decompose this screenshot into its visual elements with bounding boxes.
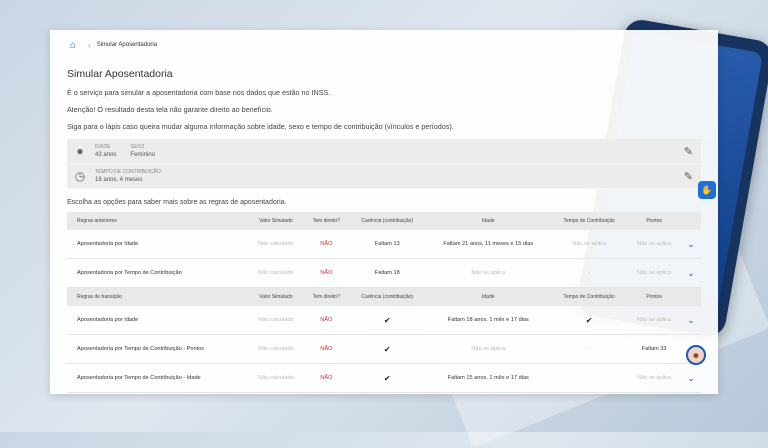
column-header: Carência (contribuição) bbox=[348, 287, 426, 306]
column-header: Idade bbox=[425, 287, 551, 306]
assistant-avatar[interactable]: ☻ bbox=[686, 345, 706, 365]
age-sex-row: ● IDADE 43 anos SEXO Feminino ✎ bbox=[67, 139, 701, 164]
sexo-value: Feminino bbox=[130, 152, 156, 158]
table-row[interactable]: Aposentadoria por Idade Não calculado NÃ… bbox=[67, 230, 701, 259]
column-header: Tempo de Contribuição bbox=[551, 287, 628, 306]
contribution-row: ◷ TEMPO DE CONTRIBUIÇÃO 18 anos, 4 meses… bbox=[67, 164, 701, 189]
column-header: Pontos bbox=[627, 287, 681, 306]
home-icon[interactable]: ⌂ bbox=[70, 40, 76, 51]
breadcrumb: ⌂ › Simular Aposentadoria bbox=[50, 30, 718, 60]
column-header: Idade bbox=[425, 212, 551, 230]
column-header: Tempo de Contribuição bbox=[551, 212, 628, 230]
chevron-down-icon[interactable]: ⌄ bbox=[687, 239, 695, 249]
breadcrumb-separator: › bbox=[88, 40, 91, 50]
choose-text: Escolha as opções para saber mais sobre … bbox=[67, 199, 287, 206]
tempo-value: 18 anos, 4 meses bbox=[95, 177, 143, 183]
column-header: Valor Simulado bbox=[248, 212, 304, 230]
table-header-row: Regras anteriores Valor Simulado Tem dir… bbox=[67, 212, 701, 230]
column-header: Tem direito? bbox=[303, 212, 349, 230]
accessibility-button[interactable]: ✋ bbox=[698, 181, 716, 199]
table-row[interactable]: Aposentadoria por Tempo de Contribuição … bbox=[67, 258, 701, 288]
table-row[interactable]: Aposentadoria por Idade Não calculado NÃ… bbox=[67, 306, 701, 335]
edit-hint-text: Siga para o lápis caso queira mudar algu… bbox=[67, 122, 454, 131]
main-panel: ⌂ › Simular Aposentadoria Simular Aposen… bbox=[50, 30, 718, 394]
column-header: Carência (contribuição) bbox=[348, 212, 426, 230]
edit-icon[interactable]: ✎ bbox=[684, 145, 693, 158]
warning-text: Atenção! O resultado desta tela não gara… bbox=[67, 105, 273, 114]
chevron-down-icon[interactable]: ⌄ bbox=[687, 373, 695, 383]
clock-icon: ◷ bbox=[74, 169, 86, 183]
idade-label: IDADE bbox=[95, 144, 111, 150]
user-icon: ● bbox=[76, 144, 84, 158]
rules-table: Regras anteriores Valor Simulado Tem dir… bbox=[67, 212, 701, 393]
table-header-row: Regras de transição Valor Simulado Tem d… bbox=[67, 287, 701, 306]
idade-value: 43 anos bbox=[95, 152, 117, 158]
tempo-label: TEMPO DE CONTRIBUIÇÃO bbox=[95, 169, 161, 175]
page-title: Simular Aposentadoria bbox=[67, 68, 173, 80]
column-header: Tem direito? bbox=[303, 287, 349, 306]
column-header: Pontos bbox=[627, 212, 681, 230]
intro-text: É o serviço para simular a aposentadoria… bbox=[67, 88, 331, 97]
personal-info-box: ● IDADE 43 anos SEXO Feminino ✎ ◷ TEMPO … bbox=[67, 139, 701, 189]
edit-icon[interactable]: ✎ bbox=[684, 170, 693, 183]
sexo-label: SEXO bbox=[130, 144, 145, 150]
chevron-down-icon[interactable]: ⌄ bbox=[687, 268, 695, 278]
column-header: Valor Simulado bbox=[248, 287, 304, 306]
chevron-down-icon[interactable]: ⌄ bbox=[687, 315, 695, 325]
table-row[interactable]: Aposentadoria por Tempo de Contribuição … bbox=[67, 363, 701, 393]
column-header: Regras anteriores bbox=[67, 212, 249, 230]
column-header: Regras de transição bbox=[67, 287, 249, 306]
table-row[interactable]: Aposentadoria por Tempo de Contribuição … bbox=[67, 334, 701, 364]
breadcrumb-current: Simular Aposentadoria bbox=[96, 42, 158, 48]
